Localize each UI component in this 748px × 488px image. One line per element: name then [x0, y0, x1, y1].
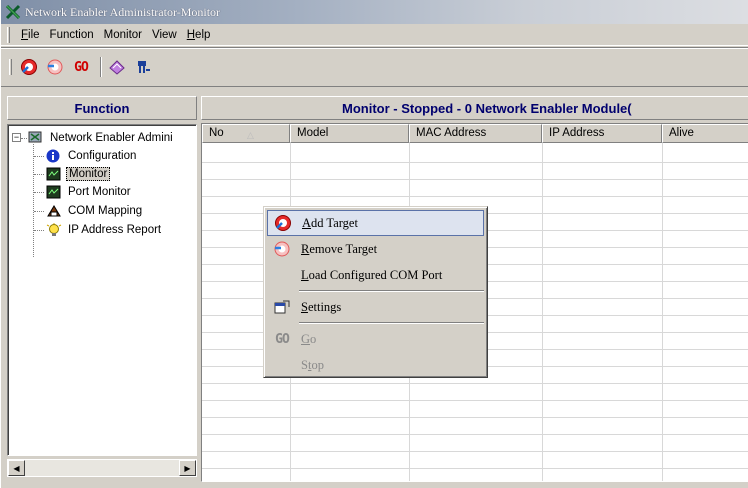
function-header: Function: [7, 96, 197, 120]
grid-row-line: [202, 162, 748, 163]
context-menu: Add Target Remove Target Load Configured…: [263, 206, 488, 378]
menu-help[interactable]: Help: [182, 26, 216, 44]
menu-item-label: Load Configured COM Port: [301, 267, 443, 282]
column-header-alive[interactable]: Alive: [662, 124, 748, 143]
tree-item-com-mapping[interactable]: COM Mapping: [46, 203, 144, 219]
toolbar-remove-target-button[interactable]: [44, 56, 66, 78]
network-enabler-icon: [28, 131, 42, 143]
grid-row-line: [202, 400, 748, 401]
tree-item-label: Monitor: [66, 167, 111, 181]
com-mapping-icon: [47, 205, 61, 217]
monitor-icon: [46, 167, 61, 181]
tree-connector: [34, 192, 44, 193]
menu-item-label: Settings: [301, 299, 342, 314]
port-icon: [138, 61, 150, 73]
tree-root-node[interactable]: Network Enabler Admini: [28, 130, 175, 146]
grid-row-line: [202, 434, 748, 435]
tree-connector: [34, 211, 44, 212]
app-logo-icon: [5, 4, 21, 20]
grid-row-line: [202, 179, 748, 180]
lightbulb-icon: [46, 223, 62, 236]
go-icon: GO: [74, 59, 89, 75]
menu-item-label: Stop: [301, 357, 324, 372]
toolbar-go-button[interactable]: GO: [70, 56, 92, 78]
tree-horizontal-scrollbar[interactable]: ◀ ▶: [7, 459, 197, 477]
tree-connector: [21, 138, 27, 139]
port-monitor-icon: [46, 185, 61, 199]
title-bar[interactable]: Network Enabler Administrator-Monitor: [1, 0, 748, 24]
remove-target-icon: [274, 241, 290, 257]
info-icon: [46, 149, 60, 163]
grid-row-line: [202, 383, 748, 384]
tree-item-port-monitor[interactable]: Port Monitor: [46, 184, 133, 200]
tree-item-monitor[interactable]: Monitor: [46, 166, 111, 182]
menu-item-go[interactable]: GO Go: [267, 326, 484, 352]
tree-item-label: COM Mapping: [68, 205, 143, 217]
tree-connector: [33, 144, 34, 257]
grid-row-line: [202, 468, 748, 469]
list-header: No △ Model MAC Address IP Address Alive: [202, 124, 748, 143]
tree-item-label: Port Monitor: [68, 186, 131, 198]
sort-ascending-icon: △: [247, 130, 254, 140]
grid-row-line: [202, 451, 748, 452]
toolbar-add-target-button[interactable]: [18, 56, 40, 78]
add-target-icon: [275, 215, 291, 231]
tree-item-label: Configuration: [68, 150, 137, 162]
menu-separator: [299, 322, 484, 324]
tree-connector: [34, 230, 44, 231]
toolbar-port-button[interactable]: [132, 56, 154, 78]
tree-item-ip-address-report[interactable]: IP Address Report: [46, 222, 163, 238]
menu-item-label: Remove Target: [301, 241, 378, 256]
menu-item-remove-target[interactable]: Remove Target: [267, 236, 484, 262]
menu-view[interactable]: View: [147, 26, 182, 44]
tree-item-configuration[interactable]: Configuration: [46, 148, 138, 164]
remove-target-icon: [47, 59, 63, 75]
tree-collapse-toggle[interactable]: −: [12, 133, 21, 142]
settings-icon: [274, 300, 290, 314]
column-header-model[interactable]: Model: [290, 124, 409, 143]
scroll-left-icon[interactable]: ◀: [8, 460, 25, 476]
menu-file[interactable]: File: [16, 26, 45, 44]
grid-column-line: [542, 143, 543, 481]
menu-bar: File Function Monitor View Help: [1, 24, 748, 46]
menu-item-stop[interactable]: Stop: [267, 352, 484, 378]
function-pane: Function − Network Enabler Admini Config…: [7, 96, 197, 482]
settings-icon: [109, 60, 125, 75]
tree-item-label: IP Address Report: [68, 224, 162, 236]
menu-function[interactable]: Function: [45, 26, 99, 44]
menubar-grip: [7, 26, 10, 43]
function-tree[interactable]: − Network Enabler Admini Configuration M…: [7, 124, 197, 456]
menu-monitor[interactable]: Monitor: [99, 26, 147, 44]
tree-connector: [34, 174, 44, 175]
menu-item-label: Add Target: [302, 215, 358, 230]
go-icon: GO: [275, 331, 290, 347]
menu-separator: [299, 290, 484, 292]
menu-item-load-configured-com-port[interactable]: Load Configured COM Port: [267, 262, 484, 288]
toolbar: GO: [1, 47, 748, 87]
grid-row-line: [202, 196, 748, 197]
menu-item-add-target[interactable]: Add Target: [267, 210, 484, 236]
column-header-no[interactable]: No △: [202, 124, 290, 143]
app-window: Network Enabler Administrator-Monitor Fi…: [0, 0, 748, 488]
column-header-ip-address[interactable]: IP Address: [542, 124, 662, 143]
grid-row-line: [202, 417, 748, 418]
monitor-status-header: Monitor - Stopped - 0 Network Enabler Mo…: [201, 96, 748, 120]
menu-item-label: Go: [301, 331, 317, 346]
tree-connector: [34, 156, 44, 157]
grid-column-line: [662, 143, 663, 481]
column-header-mac-address[interactable]: MAC Address: [409, 124, 542, 143]
add-target-icon: [21, 59, 37, 75]
toolbar-separator: [100, 57, 102, 77]
toolbar-settings-button[interactable]: [106, 56, 128, 78]
menu-item-settings[interactable]: Settings: [267, 294, 484, 320]
toolbar-grip: [9, 59, 12, 75]
tree-root-label: Network Enabler Admini: [50, 132, 173, 144]
scroll-right-icon[interactable]: ▶: [179, 460, 196, 476]
window-title: Network Enabler Administrator-Monitor: [25, 4, 221, 19]
